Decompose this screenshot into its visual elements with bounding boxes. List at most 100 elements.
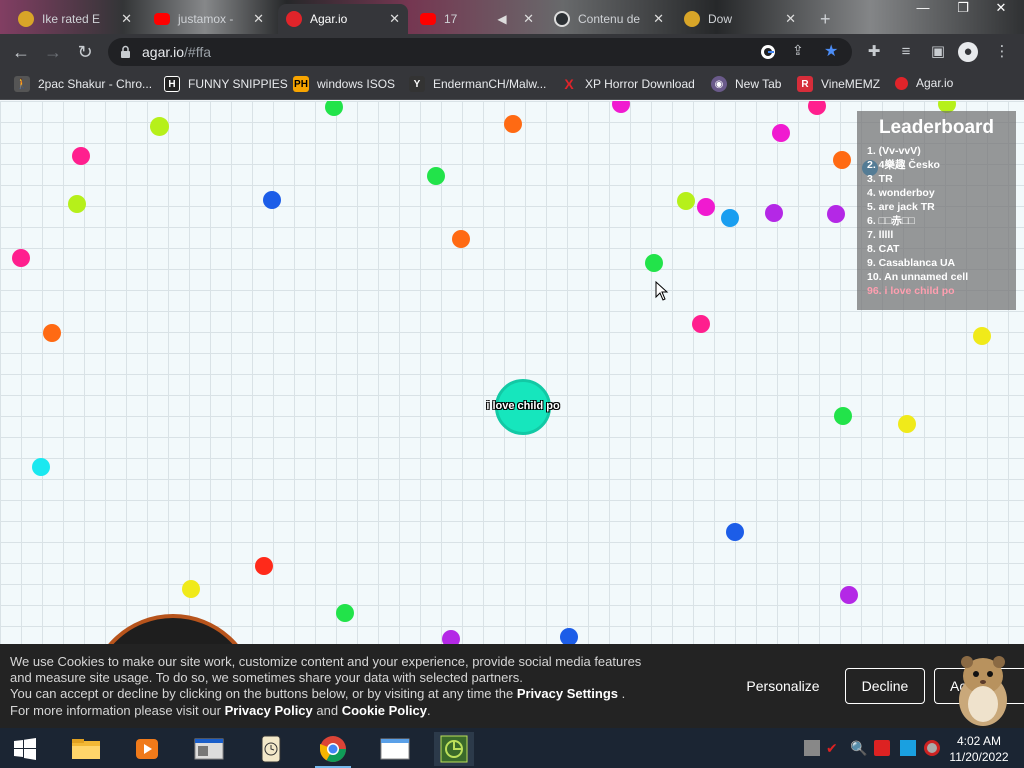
leaderboard-row: 5. are jack TR <box>867 201 935 213</box>
forward-arrow-icon[interactable]: → <box>42 42 64 62</box>
tab-close-icon[interactable]: ✕ <box>115 11 132 27</box>
clock-time: 4:02 AM <box>956 734 1002 748</box>
bookmark-favicon-icon: 🚶 <box>14 76 30 92</box>
food-pellet <box>840 586 858 604</box>
browser-tab-strip: Ike rated E ✕ justamox - ✕ Agar.io ✕ 17 … <box>0 0 1024 34</box>
bookmark-favicon-icon: Y <box>409 76 425 92</box>
clock-app-icon[interactable] <box>251 732 291 766</box>
side-panel-icon[interactable]: ▣ <box>928 42 948 62</box>
tray-app-icon[interactable] <box>924 740 940 756</box>
food-pellet <box>721 209 739 227</box>
tab-favicon-icon <box>18 11 34 27</box>
cookie-policy-link[interactable]: Cookie Policy <box>342 703 427 718</box>
tab-1[interactable]: Ike rated E ✕ <box>10 4 140 34</box>
enemy-cell <box>88 614 258 644</box>
browser-toolbar: ← → ↻ agar.io/#ffa ⇪ ★ ✚ ≡ ▣ ● ⋮ <box>0 34 1024 70</box>
mute-icon[interactable]: ◀ <box>497 12 506 26</box>
food-pellet <box>427 167 445 185</box>
media-controls-icon[interactable]: ≡ <box>896 42 916 62</box>
tab-label: justamox - <box>178 12 234 26</box>
tray-search-icon[interactable]: 🔍 <box>850 740 867 756</box>
tray-app-icon[interactable] <box>804 740 820 756</box>
food-pellet <box>692 315 710 333</box>
reload-icon[interactable]: ↻ <box>74 42 96 62</box>
google-icon[interactable] <box>760 44 776 60</box>
tray-shield-icon[interactable]: ✔ <box>826 740 842 756</box>
windows-start-icon[interactable] <box>14 738 36 760</box>
tray-app-icon[interactable] <box>874 740 890 756</box>
chrome-icon[interactable] <box>313 732 353 768</box>
food-pellet <box>560 628 578 644</box>
kebab-menu-icon[interactable]: ⋮ <box>992 42 1012 62</box>
taskbar-clock[interactable]: 4:02 AM 11/20/2022 <box>940 733 1018 765</box>
bookmark-agario[interactable]: Agar.io <box>895 76 953 90</box>
food-pellet <box>263 191 281 209</box>
tab-close-icon[interactable]: ✕ <box>383 11 400 27</box>
cookie-consent-text: We use Cookies to make our site work, cu… <box>10 654 642 718</box>
tab-close-icon[interactable]: ✕ <box>517 11 534 27</box>
food-pellet <box>726 523 744 541</box>
terminal-app-icon[interactable] <box>434 732 474 766</box>
bookmark-vinememz[interactable]: R VineMEMZ <box>797 76 880 92</box>
food-pellet <box>452 230 470 248</box>
food-pellet <box>504 115 522 133</box>
personalize-button[interactable]: Personalize <box>736 668 830 704</box>
address-bar[interactable]: agar.io/#ffa ⇪ ★ <box>108 38 852 66</box>
bookmark-endermanch[interactable]: Y EndermanCH/Malw... <box>409 76 546 92</box>
media-player-icon[interactable] <box>127 732 167 766</box>
close-window-button[interactable]: ✕ <box>986 0 1016 16</box>
player-name-label: i love child po <box>486 400 560 412</box>
window-app-icon[interactable] <box>189 732 229 766</box>
tab-4[interactable]: 17 ◀ ✕ <box>412 4 542 34</box>
url-text: agar.io/#ffa <box>142 44 212 60</box>
bookmark-star-icon[interactable]: ★ <box>824 41 838 61</box>
food-pellet <box>772 124 790 142</box>
share-icon[interactable]: ⇪ <box>792 42 804 59</box>
tab-close-icon[interactable]: ✕ <box>247 11 264 27</box>
food-pellet <box>898 415 916 433</box>
tab-close-icon[interactable]: ✕ <box>779 11 796 27</box>
blank-window-icon[interactable] <box>375 732 415 766</box>
extensions-puzzle-icon[interactable]: ✚ <box>864 42 884 62</box>
tab-6[interactable]: Dow ✕ <box>676 4 804 34</box>
maximize-button[interactable]: ❐ <box>948 0 978 16</box>
tray-network-icon[interactable] <box>900 740 916 756</box>
bookmark-xp-horror[interactable]: X XP Horror Download <box>561 76 695 92</box>
food-pellet <box>43 324 61 342</box>
profile-avatar-icon[interactable]: ● <box>958 42 978 62</box>
leaderboard-row: 3. TR <box>867 173 893 185</box>
tab-agario[interactable]: Agar.io ✕ <box>278 4 408 34</box>
hamster-overlay-image <box>959 656 1007 726</box>
bookmark-new-tab[interactable]: ◉ New Tab <box>711 76 781 92</box>
privacy-policy-link[interactable]: Privacy Policy <box>225 703 313 718</box>
github-icon <box>554 11 570 27</box>
tab-close-icon[interactable]: ✕ <box>647 11 664 27</box>
leaderboard-row: 10. An unnamed cell <box>867 271 969 283</box>
leaderboard-player-row: 96. i love child po <box>867 285 955 297</box>
tab-5[interactable]: Contenu de ✕ <box>546 4 672 34</box>
bookmark-favicon-icon: H <box>164 76 180 92</box>
food-pellet <box>833 151 851 169</box>
food-pellet <box>182 580 200 598</box>
cookie-consent-banner: We use Cookies to make our site work, cu… <box>0 644 1024 728</box>
bookmark-2pac[interactable]: 🚶 2pac Shakur - Chro... <box>14 76 152 92</box>
privacy-settings-link[interactable]: Privacy Settings <box>517 686 618 701</box>
back-arrow-icon[interactable]: ← <box>10 42 32 62</box>
new-tab-button[interactable]: + <box>812 4 840 34</box>
minimize-button[interactable]: — <box>908 0 938 16</box>
tab-label: Agar.io <box>310 12 348 26</box>
leaderboard-row: 8. CAT <box>867 243 900 255</box>
file-explorer-icon[interactable] <box>66 732 106 766</box>
bookmark-funny-snippies[interactable]: H FUNNY SNIPPIES <box>164 76 288 92</box>
leaderboard-row: 9. Casablanca UA <box>867 257 956 269</box>
bookmark-favicon-icon: PH <box>293 76 309 92</box>
bookmark-favicon-icon <box>895 76 908 90</box>
game-canvas[interactable]: i love child po Leaderboard 1. (Vv-vvV) … <box>0 101 1024 644</box>
bookmark-favicon-icon: ◉ <box>711 76 727 92</box>
food-pellet <box>612 101 630 113</box>
bookmark-favicon-icon: R <box>797 76 813 92</box>
tab-2[interactable]: justamox - ✕ <box>146 4 272 34</box>
tab-favicon-icon <box>684 11 700 27</box>
decline-button[interactable]: Decline <box>845 668 925 704</box>
bookmark-windows-isos[interactable]: PH windows ISOS <box>293 76 395 92</box>
